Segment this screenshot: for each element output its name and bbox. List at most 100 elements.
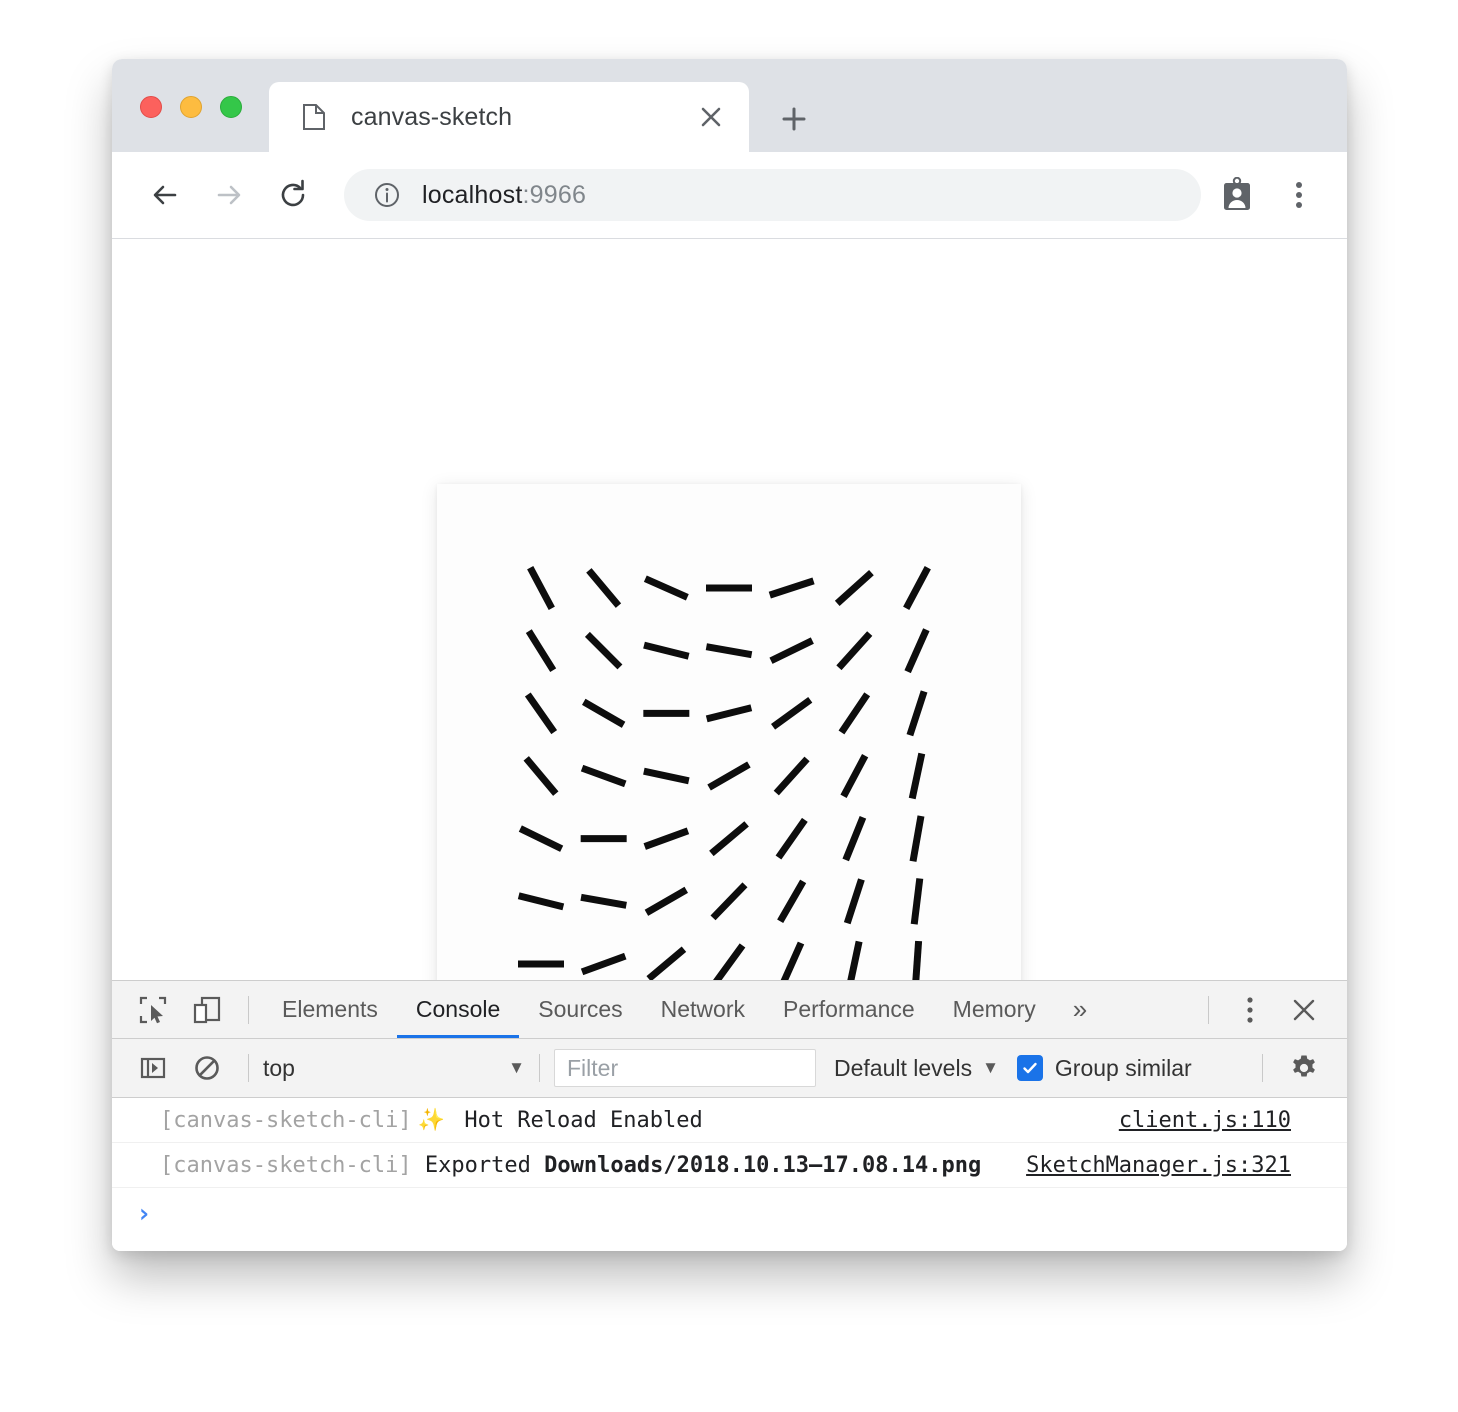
field-segment (580, 952, 627, 976)
tab-sources[interactable]: Sources (519, 981, 641, 1038)
field-segment (580, 764, 627, 788)
field-segment (910, 878, 924, 925)
field-segment (523, 756, 559, 796)
field-segment (584, 631, 623, 670)
reload-icon (281, 179, 305, 207)
three-dot-menu-icon (1247, 996, 1253, 1023)
field-segment (580, 893, 627, 909)
tab-elements[interactable]: Elements (263, 981, 397, 1038)
log-levels-selector[interactable]: Default levels ▼ (834, 1055, 999, 1082)
toolbar-divider-right (1208, 995, 1209, 1024)
field-segment (904, 628, 930, 674)
field-segment (644, 886, 688, 916)
prompt-chevron-icon: › (136, 1199, 152, 1229)
console-filter-bar: top ▼ Default levels ▼ Group similar (112, 1039, 1347, 1098)
address-bar[interactable]: localhost:9966 (344, 169, 1201, 221)
page-icon (303, 104, 325, 130)
field-segment (909, 815, 925, 862)
devtools-menu-button[interactable] (1229, 989, 1271, 1031)
close-tab-button[interactable] (689, 95, 733, 139)
field-segment (908, 752, 926, 800)
field-segment (768, 577, 815, 599)
console-message-tag: [canvas-sketch-cli] (160, 1152, 412, 1178)
new-tab-button[interactable] (772, 97, 816, 141)
group-similar-toggle[interactable]: Group similar (1016, 1054, 1192, 1082)
console-message-row[interactable]: [canvas-sketch-cli] Exported Downloads/2… (112, 1143, 1347, 1188)
tab-title: canvas-sketch (351, 102, 513, 131)
devtools-tabbar-actions (1194, 989, 1347, 1031)
inspect-element-button[interactable] (132, 989, 174, 1031)
console-sidebar-button[interactable] (132, 1047, 174, 1089)
console-message-row[interactable]: [canvas-sketch-cli] ✨ Hot Reload Enabled … (112, 1098, 1347, 1143)
forward-button[interactable] (204, 170, 254, 220)
toolbar-right-actions (1201, 169, 1347, 221)
console-message-text: [canvas-sketch-cli] ✨ Hot Reload Enabled (160, 1108, 703, 1133)
filterbar-divider-3 (1262, 1054, 1263, 1082)
devtools-panel: Elements Console Sources Network Perform… (112, 980, 1347, 1251)
info-circle-icon (375, 183, 399, 207)
console-message-tag: [canvas-sketch-cli] (160, 1107, 412, 1133)
url-port: :9966 (522, 180, 587, 209)
field-segment (524, 692, 558, 735)
field-segment (582, 698, 626, 728)
field-segment (903, 566, 931, 610)
sparkles-icon: ✨ (417, 1107, 446, 1133)
field-segment (906, 690, 928, 737)
filterbar-right-actions (1248, 1047, 1347, 1089)
field-segment (773, 756, 810, 796)
browser-menu-button[interactable] (1273, 169, 1325, 221)
field-segment (843, 878, 865, 925)
chevron-down-icon: ▼ (982, 1058, 999, 1077)
group-similar-label: Group similar (1054, 1054, 1192, 1081)
devtools-tabbar: Elements Console Sources Network Perform… (112, 981, 1347, 1039)
close-devtools-button[interactable] (1283, 989, 1325, 1031)
checkmark-icon (1023, 1062, 1037, 1074)
tab-network[interactable]: Network (642, 981, 764, 1038)
field-segment (838, 692, 871, 735)
field-segment (518, 825, 564, 852)
field-segment (517, 892, 565, 911)
console-source-link[interactable]: SketchManager.js:321 (1026, 1153, 1291, 1178)
tab-memory[interactable]: Memory (934, 981, 1055, 1038)
inspect-element-icon (139, 996, 167, 1023)
log-levels-value: Default levels (834, 1054, 973, 1081)
field-segment (527, 566, 555, 610)
field-segment (709, 821, 749, 857)
profile-button[interactable] (1211, 169, 1263, 221)
console-settings-button[interactable] (1283, 1047, 1325, 1089)
three-dot-menu-icon (1296, 182, 1302, 208)
more-tabs-button[interactable]: » (1055, 981, 1105, 1038)
console-filter-input[interactable] (554, 1049, 816, 1087)
back-button[interactable] (140, 170, 190, 220)
clear-console-icon (195, 1056, 219, 1080)
tab-console[interactable]: Console (396, 981, 520, 1038)
window-traffic-lights (140, 96, 242, 118)
console-source-link[interactable]: client.js:110 (1119, 1108, 1291, 1133)
reload-button[interactable] (268, 170, 318, 220)
console-messages: [canvas-sketch-cli] ✨ Hot Reload Enabled … (112, 1098, 1347, 1240)
toolbar-divider (248, 995, 249, 1024)
close-window-button[interactable] (140, 96, 162, 118)
console-sidebar-icon (140, 1057, 166, 1079)
browser-tab-canvas-sketch[interactable]: canvas-sketch (269, 82, 749, 152)
group-similar-checkbox[interactable] (1016, 1055, 1043, 1081)
arrow-left-icon (153, 185, 177, 205)
console-message-filename: Downloads/2018.10.13–17.08.14.png (544, 1152, 982, 1178)
clear-console-button[interactable] (186, 1047, 228, 1089)
maximize-window-button[interactable] (220, 96, 242, 118)
device-toolbar-button[interactable] (186, 989, 228, 1031)
execution-context-selector[interactable]: top ▼ (263, 1049, 525, 1087)
minimize-window-button[interactable] (180, 96, 202, 118)
tab-performance[interactable]: Performance (764, 981, 934, 1038)
console-message-body: Hot Reload Enabled (464, 1107, 703, 1133)
filterbar-divider-1 (248, 1054, 249, 1082)
field-segment (780, 941, 805, 980)
browser-toolbar: localhost:9966 (112, 152, 1347, 239)
screenshot-root: canvas-sketch localhost:9966 Elements Co… (0, 0, 1458, 1412)
console-prompt[interactable]: › (112, 1188, 1347, 1240)
close-icon (701, 107, 721, 127)
field-segment (643, 767, 690, 785)
tab-strip: canvas-sketch (112, 59, 1347, 152)
field-segment (646, 946, 687, 980)
field-segment (775, 817, 808, 860)
